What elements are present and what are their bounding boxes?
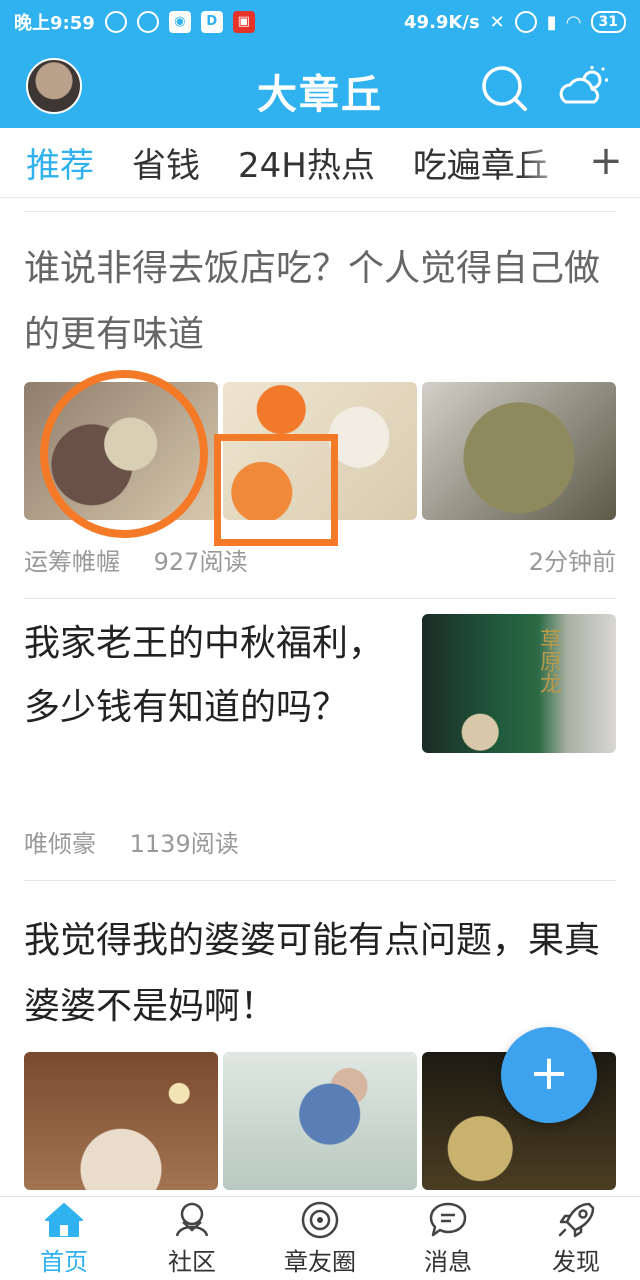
chat-notification-icon — [104, 11, 127, 33]
nav-messages[interactable]: 消息 — [384, 1197, 512, 1280]
article-thumbnail[interactable] — [223, 1052, 417, 1190]
d-app-notification-icon: D — [200, 11, 223, 33]
alarm-icon — [514, 11, 537, 33]
signal-icon: ▮ — [546, 11, 557, 33]
app-title: 大章丘 — [257, 72, 383, 118]
status-bar: 晚上9:59 ◉ D ▣ 49.9K/s ✕ ▮ ◠ 31 — [0, 0, 640, 44]
weather-icon[interactable] — [558, 64, 610, 112]
article-author: 运筹帷幄 — [24, 548, 120, 576]
article-meta: 唯倾豪 1139阅读 — [24, 824, 239, 859]
nav-label: 首页 — [40, 1248, 88, 1276]
category-tabs: 推荐 省钱 24H热点 吃遍章丘 + — [0, 128, 640, 198]
beer-label-text: 草原龙 — [536, 628, 561, 694]
article-title[interactable]: 我觉得我的婆婆可能有点问题，果真婆婆不是妈啊！ — [24, 908, 616, 1040]
battery-indicator: 31 — [590, 11, 626, 33]
message-icon — [429, 1202, 467, 1237]
compose-button[interactable]: + — [501, 1027, 597, 1123]
circle-annotation — [40, 370, 208, 538]
bottom-navigation: 首页 社区 章友圈 消息 发现 — [0, 1196, 640, 1280]
add-tab-icon[interactable]: + — [586, 138, 626, 184]
network-speed: 49.9K/s — [404, 11, 480, 33]
circle-icon — [301, 1201, 339, 1239]
article-time: 2分钟前 — [528, 548, 616, 576]
divider — [24, 211, 616, 212]
article-thumbnail[interactable] — [24, 1052, 218, 1190]
article-thumbnail[interactable]: 草原龙 — [422, 614, 616, 753]
alarm-notification-icon — [136, 11, 159, 33]
article-reads: 1139阅读 — [129, 830, 239, 858]
article-title[interactable]: 谁说非得去饭店吃？个人觉得自己做的更有味道 — [24, 236, 616, 368]
nav-home[interactable]: 首页 — [0, 1197, 128, 1280]
article-thumbnail[interactable] — [422, 382, 616, 520]
search-icon[interactable] — [480, 64, 528, 112]
article-author: 唯倾豪 — [24, 830, 96, 858]
news-app-notification-icon: ▣ — [232, 11, 255, 33]
home-icon — [45, 1203, 83, 1237]
app-notification-icon: ◉ — [168, 11, 191, 33]
tab-save-money[interactable]: 省钱 — [132, 138, 200, 187]
mute-icon: ✕ — [489, 11, 505, 33]
square-annotation — [214, 434, 338, 546]
nav-friends-circle[interactable]: 章友圈 — [256, 1197, 384, 1280]
community-icon — [175, 1202, 209, 1237]
divider — [24, 880, 616, 881]
article-meta: 运筹帷幄 927阅读 — [24, 542, 247, 577]
nav-label: 发现 — [552, 1248, 600, 1276]
nav-discover[interactable]: 发现 — [512, 1197, 640, 1280]
article-reads: 927阅读 — [153, 548, 248, 576]
rocket-icon — [558, 1202, 595, 1238]
wifi-icon: ◠ — [566, 11, 581, 33]
article-title[interactable]: 我家老王的中秋福利，多少钱有知道的吗？ — [24, 612, 384, 740]
nav-label: 消息 — [424, 1248, 472, 1276]
app-header: 大章丘 — [0, 44, 640, 128]
tab-recommend[interactable]: 推荐 — [26, 138, 94, 187]
nav-label: 章友圈 — [284, 1248, 356, 1276]
tab-24h-hot[interactable]: 24H热点 — [238, 138, 375, 187]
divider — [24, 598, 616, 599]
status-time: 晚上9:59 — [14, 13, 95, 34]
nav-community[interactable]: 社区 — [128, 1197, 256, 1280]
nav-label: 社区 — [168, 1248, 216, 1276]
